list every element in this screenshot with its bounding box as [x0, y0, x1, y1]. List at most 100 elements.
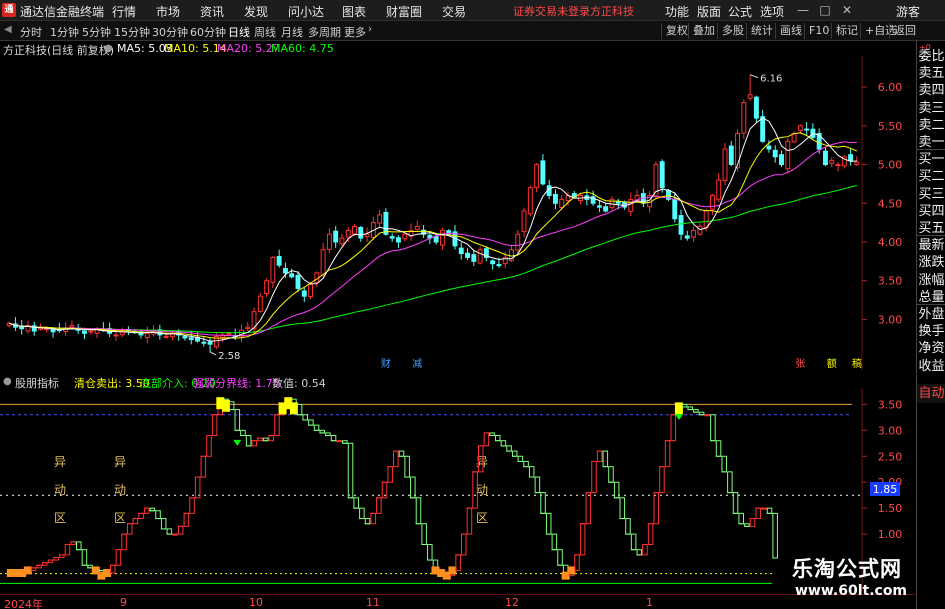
indicator-bar	[387, 466, 393, 483]
indicator-bar	[738, 512, 744, 525]
tool-multistock[interactable]: 多股	[717, 23, 744, 39]
candlestick-chart[interactable]: 6.00 5.50 5.00 4.50 4.00 3.50 3.00 6.16 2.58 财 减 张…	[0, 56, 915, 370]
indicator-bar	[364, 518, 371, 525]
indicator-bar	[421, 523, 427, 545]
indicator-toggle-icon[interactable]: ●	[3, 376, 12, 387]
candle-body	[88, 330, 94, 333]
close-icon[interactable]: ✕	[840, 2, 854, 18]
sidebar-item[interactable]: 买二	[917, 168, 945, 185]
indicator-bar	[732, 492, 739, 514]
period-toolbar: ◀ 分时 1分钟 5分钟 15分钟 30分钟 60分钟 日线 周线 月线 多周期…	[0, 21, 945, 41]
ma60-line	[8, 185, 858, 334]
menu-wealth[interactable]: 财富圈	[386, 3, 422, 20]
sidebar-item[interactable]: 涨跌	[917, 254, 945, 271]
minimize-icon[interactable]: —	[796, 2, 810, 18]
price-tick-label: 5.00	[878, 159, 903, 172]
anomaly-zone-label: 区	[54, 511, 66, 525]
indicator-tick-label: 2.50	[878, 450, 903, 463]
tool-overlay[interactable]: 叠加	[688, 23, 715, 39]
candle-body	[854, 161, 860, 165]
tool-back[interactable]: 返回	[889, 23, 916, 39]
period-5min[interactable]: 5分钟	[82, 24, 111, 40]
menu-discover[interactable]: 发现	[244, 3, 268, 20]
tool-adjust[interactable]: 复权	[661, 23, 688, 39]
period-timeshare[interactable]: 分时	[20, 24, 42, 40]
candle-body	[779, 154, 784, 166]
guest-label[interactable]: 游客	[896, 3, 920, 20]
menu-ask[interactable]: 问小达	[288, 3, 324, 20]
sidebar-item[interactable]: 收益	[917, 358, 945, 375]
sidebar-item[interactable]: 买三	[917, 186, 945, 203]
period-monthly[interactable]: 月线	[281, 24, 303, 40]
period-more[interactable]: 更多	[344, 24, 366, 40]
period-daily[interactable]: 日线	[228, 24, 250, 40]
tool-draw[interactable]: 画线	[775, 23, 802, 39]
candle-body	[201, 341, 207, 344]
menu-trade[interactable]: 交易	[442, 3, 466, 20]
sidebar-item[interactable]: 委比	[917, 48, 945, 65]
candle-body	[358, 227, 364, 239]
period-60min[interactable]: 60分钟	[190, 24, 226, 40]
sidebar-item[interactable]: 买一	[917, 151, 945, 168]
indicator-bar	[200, 455, 207, 478]
indicator-bar	[596, 450, 603, 462]
indicator-bar	[240, 429, 246, 437]
sidebar-divider	[917, 304, 945, 305]
menu-options[interactable]: 选项	[760, 3, 784, 20]
sidebar-item[interactable]: 卖四	[917, 82, 945, 99]
period-1min[interactable]: 1分钟	[50, 24, 79, 40]
sidebar-item[interactable]: 涨幅	[917, 272, 945, 289]
candle-body	[766, 145, 772, 150]
indicator-bar	[545, 512, 552, 535]
info-toggle-icon[interactable]: ●	[104, 43, 113, 54]
indicator-bar	[664, 440, 671, 468]
menu-market[interactable]: 市场	[156, 3, 180, 20]
candle-body	[735, 133, 740, 169]
quote-sidebar: +0 委比 卖五 卖四 卖三 卖二 卖一 买一 买二 买三 买四 买五 最新 涨跌 涨幅 总量 外盘 换手 净资收…	[916, 41, 945, 609]
sidebar-item[interactable]: 净资	[917, 340, 945, 357]
indicator-bar	[206, 435, 212, 457]
menu-layout[interactable]: 版面	[697, 3, 721, 20]
indicator-bar	[109, 564, 116, 574]
anomaly-zone-label: 异	[476, 455, 488, 469]
login-notice[interactable]: 证券交易未登录	[513, 3, 590, 19]
period-weekly[interactable]: 周线	[254, 24, 276, 40]
period-30min[interactable]: 30分钟	[152, 24, 188, 40]
title-bar: 通 通达信金融终端 行情 市场 资讯 发现 问小达 图表 财富圈 交易 证券交易…	[0, 0, 945, 21]
period-15min[interactable]: 15分钟	[114, 24, 150, 40]
menu-formula[interactable]: 公式	[728, 3, 752, 20]
indicator-bar	[121, 533, 127, 551]
period-multi[interactable]: 多周期	[308, 24, 341, 40]
scroll-left-icon[interactable]: ◀	[4, 24, 12, 35]
restore-icon[interactable]: □	[818, 2, 832, 18]
anomaly-zone-label: 区	[114, 511, 126, 525]
sidebar-item[interactable]: 卖二	[917, 117, 945, 134]
price-tick-label: 6.00	[878, 81, 903, 94]
sidebar-item[interactable]: 换手	[917, 323, 945, 340]
tool-f10[interactable]: F10	[804, 23, 829, 39]
candle-body	[559, 198, 565, 208]
event-marker: 稿	[852, 357, 862, 370]
menu-quotes[interactable]: 行情	[112, 3, 136, 20]
candle-body	[678, 215, 684, 235]
candle-body	[848, 154, 854, 162]
low-price-label: 2.58	[218, 351, 240, 362]
menu-news[interactable]: 资讯	[200, 3, 224, 20]
tool-mark[interactable]: 标记	[831, 23, 858, 39]
indicator-bar	[574, 554, 580, 571]
menu-charts[interactable]: 图表	[342, 3, 366, 20]
candle-body	[496, 264, 502, 267]
candle-body	[188, 337, 194, 341]
sidebar-item[interactable]: 卖三	[917, 100, 945, 117]
sidebar-item[interactable]: 卖五	[917, 65, 945, 82]
indicator-bar	[189, 497, 195, 514]
tool-stats[interactable]: 统计	[746, 23, 773, 39]
indicator-bar	[511, 450, 518, 457]
sell-arrow-icon	[233, 439, 242, 446]
sidebar-item[interactable]: 买四	[917, 203, 945, 220]
chevron-right-icon[interactable]: ›	[368, 24, 372, 35]
sidebar-item[interactable]: 外盘	[917, 306, 945, 323]
auto-toggle[interactable]: 自动	[917, 384, 945, 403]
menu-function[interactable]: 功能	[665, 3, 689, 20]
sidebar-item[interactable]: 最新	[917, 237, 945, 254]
